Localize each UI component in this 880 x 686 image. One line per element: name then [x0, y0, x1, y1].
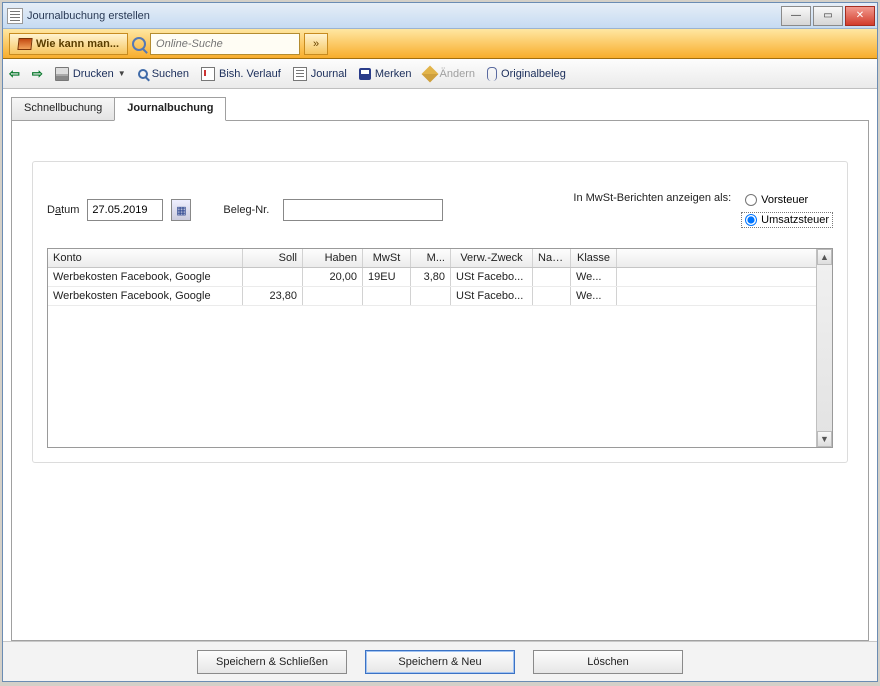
col-soll[interactable]: Soll [243, 249, 303, 267]
scroll-up-button[interactable]: ▲ [817, 249, 832, 265]
floppy-icon [359, 68, 371, 80]
save-new-button[interactable]: Speichern & Neu [365, 650, 515, 674]
date-picker-button[interactable]: ▦ [171, 199, 191, 221]
table-row[interactable]: Werbekosten Facebook, Google 20,0019EU3,8… [48, 268, 816, 287]
cell-haben[interactable]: 20,00 [303, 268, 363, 286]
content-area: Schnellbuchung Journalbuchung Datum ▦ Be… [3, 89, 877, 641]
cell-konto[interactable]: Werbekosten Facebook, Google [48, 287, 243, 305]
grid-scrollbar[interactable]: ▲ ▼ [816, 249, 832, 447]
col-verwzweck[interactable]: Verw.-Zweck [451, 249, 533, 267]
system-buttons: — ▭ ✕ [781, 6, 877, 26]
cell-mwst[interactable] [363, 287, 411, 305]
grid-body: Konto Soll Haben MwSt M... Verw.-Zweck N… [48, 249, 816, 447]
help-button[interactable]: Wie kann man... [9, 33, 128, 55]
tab-schnellbuchung[interactable]: Schnellbuchung [11, 97, 115, 121]
radio-group: Vorsteuer Umsatzsteuer [741, 192, 833, 228]
col-klasse[interactable]: Klasse [571, 249, 617, 267]
cell-soll[interactable]: 23,80 [243, 287, 303, 305]
dropdown-caret-icon: ▼ [118, 69, 126, 78]
search-go-button[interactable]: » [304, 33, 328, 55]
search-button[interactable]: Suchen [138, 68, 189, 80]
history-button[interactable]: Bish. Verlauf [201, 67, 281, 81]
remember-button[interactable]: Merken [359, 68, 412, 80]
tab-journalbuchung[interactable]: Journalbuchung [114, 97, 226, 121]
date-input[interactable] [87, 199, 163, 221]
magnifier-icon [138, 69, 148, 79]
help-bar: Wie kann man... » [3, 29, 877, 59]
cell-name[interactable] [533, 287, 571, 305]
cell-haben[interactable] [303, 287, 363, 305]
calendar-icon: ▦ [176, 204, 186, 217]
col-name[interactable]: Name [533, 249, 571, 267]
maximize-button[interactable]: ▭ [813, 6, 843, 26]
col-mwst[interactable]: MwSt [363, 249, 411, 267]
cell-klasse[interactable]: We... [571, 287, 617, 305]
cell-m[interactable]: 3,80 [411, 268, 451, 286]
nav-forward-button[interactable]: ⇨ [32, 66, 43, 82]
delete-button[interactable]: Löschen [533, 650, 683, 674]
paperclip-icon [487, 67, 497, 81]
search-icon [132, 37, 146, 51]
cell-soll[interactable] [243, 268, 303, 286]
col-konto[interactable]: Konto [48, 249, 243, 267]
scroll-down-button[interactable]: ▼ [817, 431, 832, 447]
cell-verw[interactable]: USt Facebo... [451, 287, 533, 305]
cell-konto[interactable]: Werbekosten Facebook, Google [48, 268, 243, 286]
tab-strip: Schnellbuchung Journalbuchung [11, 97, 869, 121]
form-group: Datum ▦ Beleg-Nr. In MwSt-Berichten anze… [32, 161, 848, 463]
radio-umsatzsteuer[interactable]: Umsatzsteuer [741, 212, 833, 228]
close-button[interactable]: ✕ [845, 6, 875, 26]
window-title: Journalbuchung erstellen [27, 10, 150, 22]
titlebar: Journalbuchung erstellen — ▭ ✕ [3, 3, 877, 29]
print-button[interactable]: Drucken▼ [55, 67, 126, 81]
table-row[interactable]: Werbekosten Facebook, Google23,80 USt Fac… [48, 287, 816, 306]
cell-klasse[interactable]: We... [571, 268, 617, 286]
form-row: Datum ▦ Beleg-Nr. In MwSt-Berichten anze… [47, 192, 833, 228]
book-icon [17, 38, 32, 50]
entry-grid: Konto Soll Haben MwSt M... Verw.-Zweck N… [47, 248, 833, 448]
original-button[interactable]: Originalbeleg [487, 67, 566, 81]
radio-vorsteuer[interactable]: Vorsteuer [741, 192, 833, 208]
col-m[interactable]: M... [411, 249, 451, 267]
mwst-group: In MwSt-Berichten anzeigen als: Vorsteue… [573, 192, 833, 228]
tab-panel: Datum ▦ Beleg-Nr. In MwSt-Berichten anze… [11, 120, 869, 641]
help-label: Wie kann man... [36, 38, 119, 50]
cell-name[interactable] [533, 268, 571, 286]
grid-rows[interactable]: Werbekosten Facebook, Google 20,0019EU3,8… [48, 268, 816, 447]
toolbar: ⇦ ⇨ Drucken▼ Suchen Bish. Verlauf Journa… [3, 59, 877, 89]
journal-icon [293, 67, 307, 81]
online-search-input[interactable] [150, 33, 300, 55]
bottom-bar: Speichern & Schließen Speichern & Neu Lö… [3, 641, 877, 681]
minimize-button[interactable]: — [781, 6, 811, 26]
printer-icon [55, 67, 69, 81]
date-label: Datum [47, 204, 79, 216]
nav-back-button[interactable]: ⇦ [9, 66, 20, 82]
beleg-input[interactable] [283, 199, 443, 221]
grid-header: Konto Soll Haben MwSt M... Verw.-Zweck N… [48, 249, 816, 268]
cell-m[interactable] [411, 287, 451, 305]
cell-mwst[interactable]: 19EU [363, 268, 411, 286]
col-haben[interactable]: Haben [303, 249, 363, 267]
app-icon [7, 8, 23, 24]
journal-button[interactable]: Journal [293, 67, 347, 81]
cell-verw[interactable]: USt Facebo... [451, 268, 533, 286]
history-icon [201, 67, 215, 81]
edit-button: Ändern [424, 68, 475, 80]
save-close-button[interactable]: Speichern & Schließen [197, 650, 347, 674]
beleg-label: Beleg-Nr. [223, 204, 269, 216]
pencil-icon [421, 65, 438, 82]
mwst-label: In MwSt-Berichten anzeigen als: [573, 192, 731, 204]
app-window: Journalbuchung erstellen — ▭ ✕ Wie kann … [2, 2, 878, 682]
